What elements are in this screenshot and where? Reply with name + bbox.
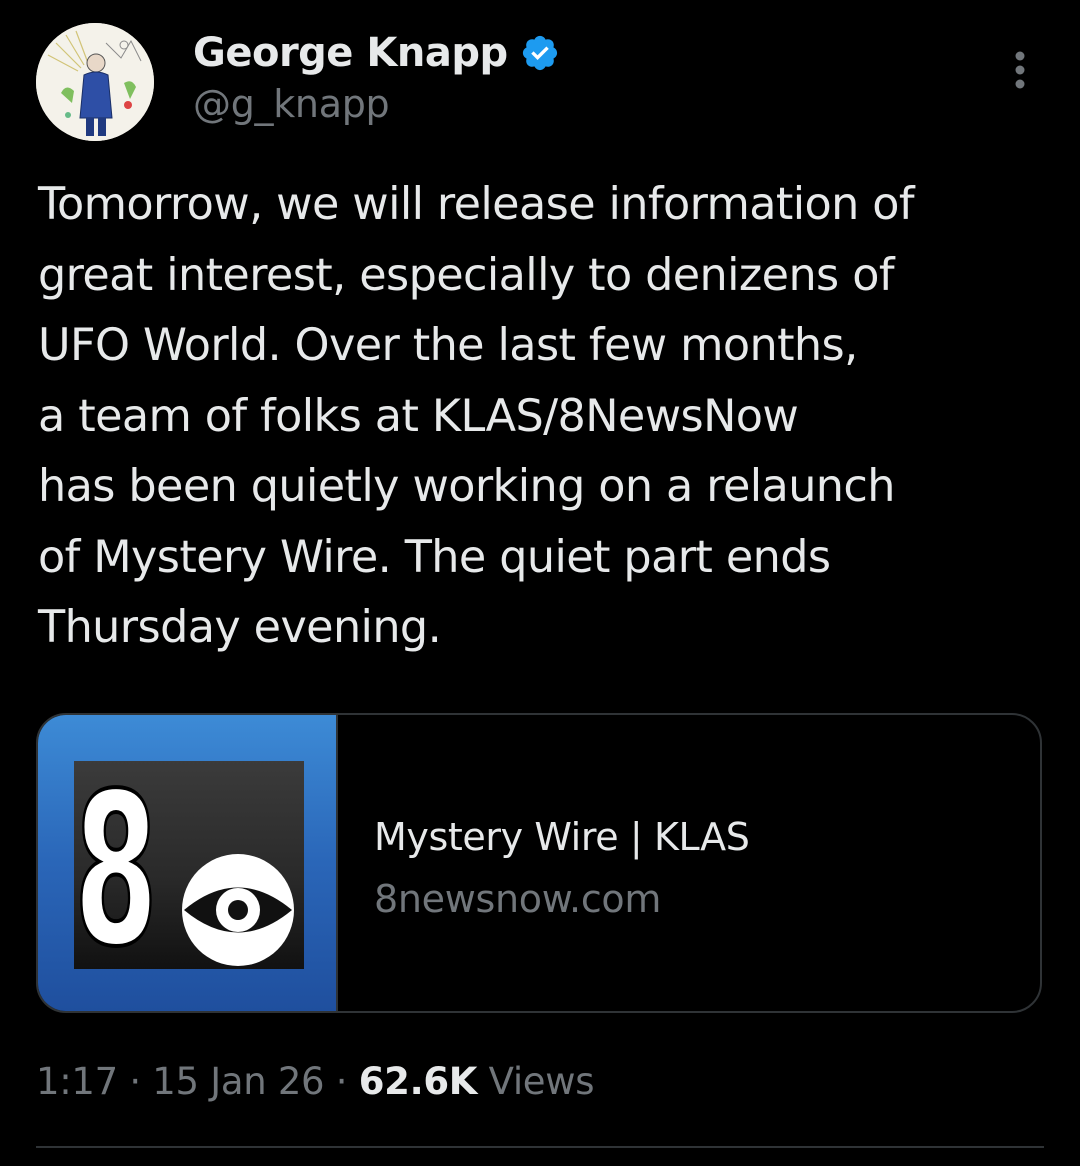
logo-numeral: 8: [74, 748, 158, 993]
meta-separator: ·: [324, 1060, 359, 1103]
more-options-icon[interactable]: [1000, 46, 1040, 94]
link-preview-card[interactable]: 8 Mystery Wire | KLAS 8newsnow.com: [36, 713, 1042, 1013]
tweet-text: Tomorrow, we will release information of…: [38, 179, 915, 653]
divider: [36, 1146, 1044, 1148]
tweet-meta: 1:17 · 15 Jan 26 · 62.6K Views: [36, 1060, 595, 1103]
verified-badge-icon: [520, 33, 560, 73]
views-label: Views: [477, 1060, 595, 1103]
tweet-date[interactable]: 15 Jan 26: [152, 1060, 324, 1103]
card-domain: 8newsnow.com: [374, 877, 662, 921]
card-title[interactable]: Mystery Wire | KLAS: [374, 815, 750, 859]
author-name-row[interactable]: George Knapp: [193, 28, 560, 78]
views-count[interactable]: 62.6K: [359, 1060, 478, 1103]
tweet-time[interactable]: 1:17: [36, 1060, 118, 1103]
avatar[interactable]: [36, 23, 154, 141]
card-thumbnail: 8: [38, 715, 338, 1011]
author-handle[interactable]: @g_knapp: [193, 82, 390, 126]
tweet: George Knapp @g_knapp Tomorrow, we will …: [0, 0, 1080, 1166]
avatar-illustration-icon: [36, 23, 154, 141]
klas-8-cbs-logo-icon: 8: [38, 715, 336, 1011]
meta-separator: ·: [117, 1060, 153, 1103]
author-display-name[interactable]: George Knapp: [193, 30, 508, 76]
